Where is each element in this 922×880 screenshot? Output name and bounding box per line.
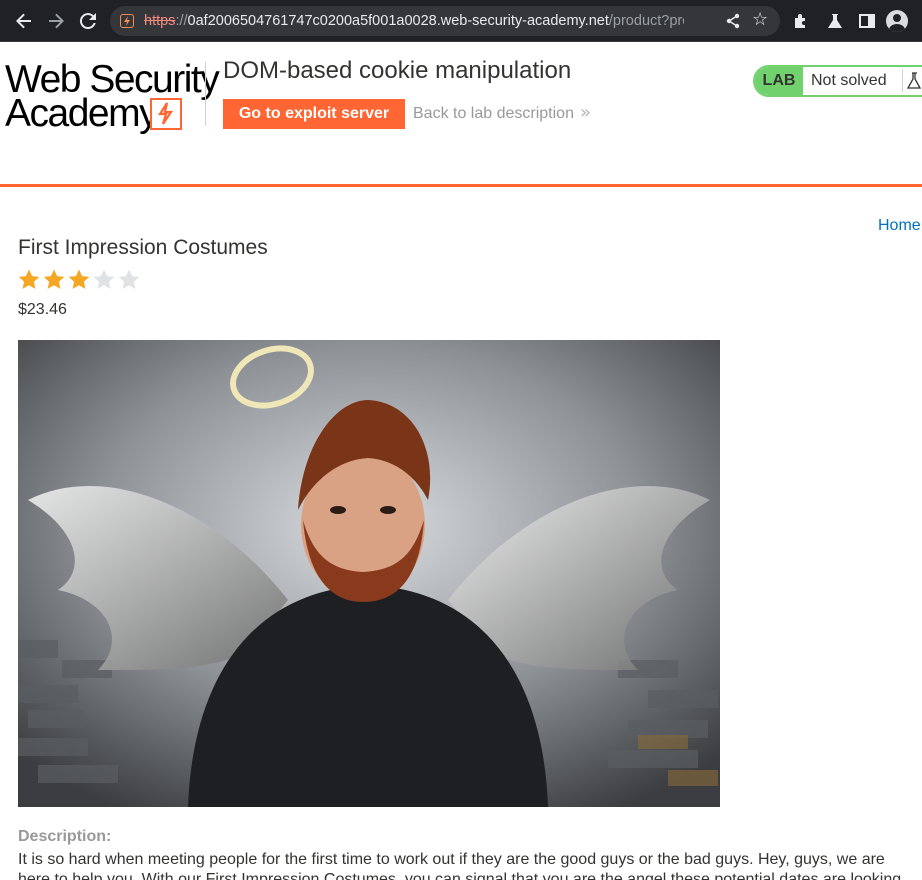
description-text: It is so hard when meeting people for th… bbox=[18, 851, 902, 880]
back-to-lab-description-link[interactable]: Back to lab description bbox=[413, 105, 574, 123]
product-rating bbox=[17, 268, 147, 292]
reload-icon[interactable] bbox=[76, 9, 100, 33]
lab-badge: LAB bbox=[755, 67, 803, 95]
star-icon bbox=[118, 269, 140, 289]
lab-status-text: Not solved bbox=[811, 72, 887, 89]
flask-icon bbox=[902, 70, 922, 92]
side-panel-icon[interactable] bbox=[858, 12, 876, 30]
address-bar[interactable]: https://0af2006504761747c0200a5f001a0028… bbox=[110, 6, 780, 36]
logo-text-line2: Academy bbox=[5, 92, 159, 135]
star-icon bbox=[68, 269, 90, 289]
star-icon bbox=[43, 269, 65, 289]
product-image bbox=[18, 340, 720, 807]
extensions-icon[interactable] bbox=[792, 12, 810, 30]
product-price: $23.46 bbox=[18, 301, 67, 318]
home-link[interactable]: Home bbox=[878, 217, 921, 235]
share-icon[interactable] bbox=[724, 12, 742, 30]
back-arrow-icon[interactable] bbox=[12, 9, 36, 33]
star-icon bbox=[93, 269, 115, 289]
header-divider bbox=[205, 62, 206, 126]
go-to-exploit-server-button[interactable]: Go to exploit server bbox=[223, 99, 405, 129]
not-secure-icon[interactable] bbox=[120, 14, 134, 28]
bookmark-star-icon[interactable]: ☆ bbox=[752, 9, 768, 30]
browser-toolbar: https://0af2006504761747c0200a5f001a0028… bbox=[0, 0, 922, 42]
url-text[interactable]: https://0af2006504761747c0200a5f001a0028… bbox=[144, 13, 684, 29]
lab-header: Web Security Academy DOM-based cookie ma… bbox=[0, 42, 922, 187]
product-title: First Impression Costumes bbox=[18, 236, 268, 259]
star-icon bbox=[18, 269, 40, 289]
web-security-academy-logo[interactable]: Web Security Academy bbox=[5, 60, 220, 140]
profile-avatar-icon[interactable] bbox=[886, 10, 908, 32]
logo-bolt-icon bbox=[150, 98, 182, 130]
labs-flask-icon[interactable] bbox=[826, 12, 844, 30]
description-label: Description: bbox=[18, 828, 112, 845]
lab-title: DOM-based cookie manipulation bbox=[223, 57, 572, 84]
double-chevron-right-icon: » bbox=[580, 102, 592, 123]
lab-status-widget: LAB Not solved bbox=[753, 65, 922, 97]
forward-arrow-icon[interactable] bbox=[44, 9, 68, 33]
